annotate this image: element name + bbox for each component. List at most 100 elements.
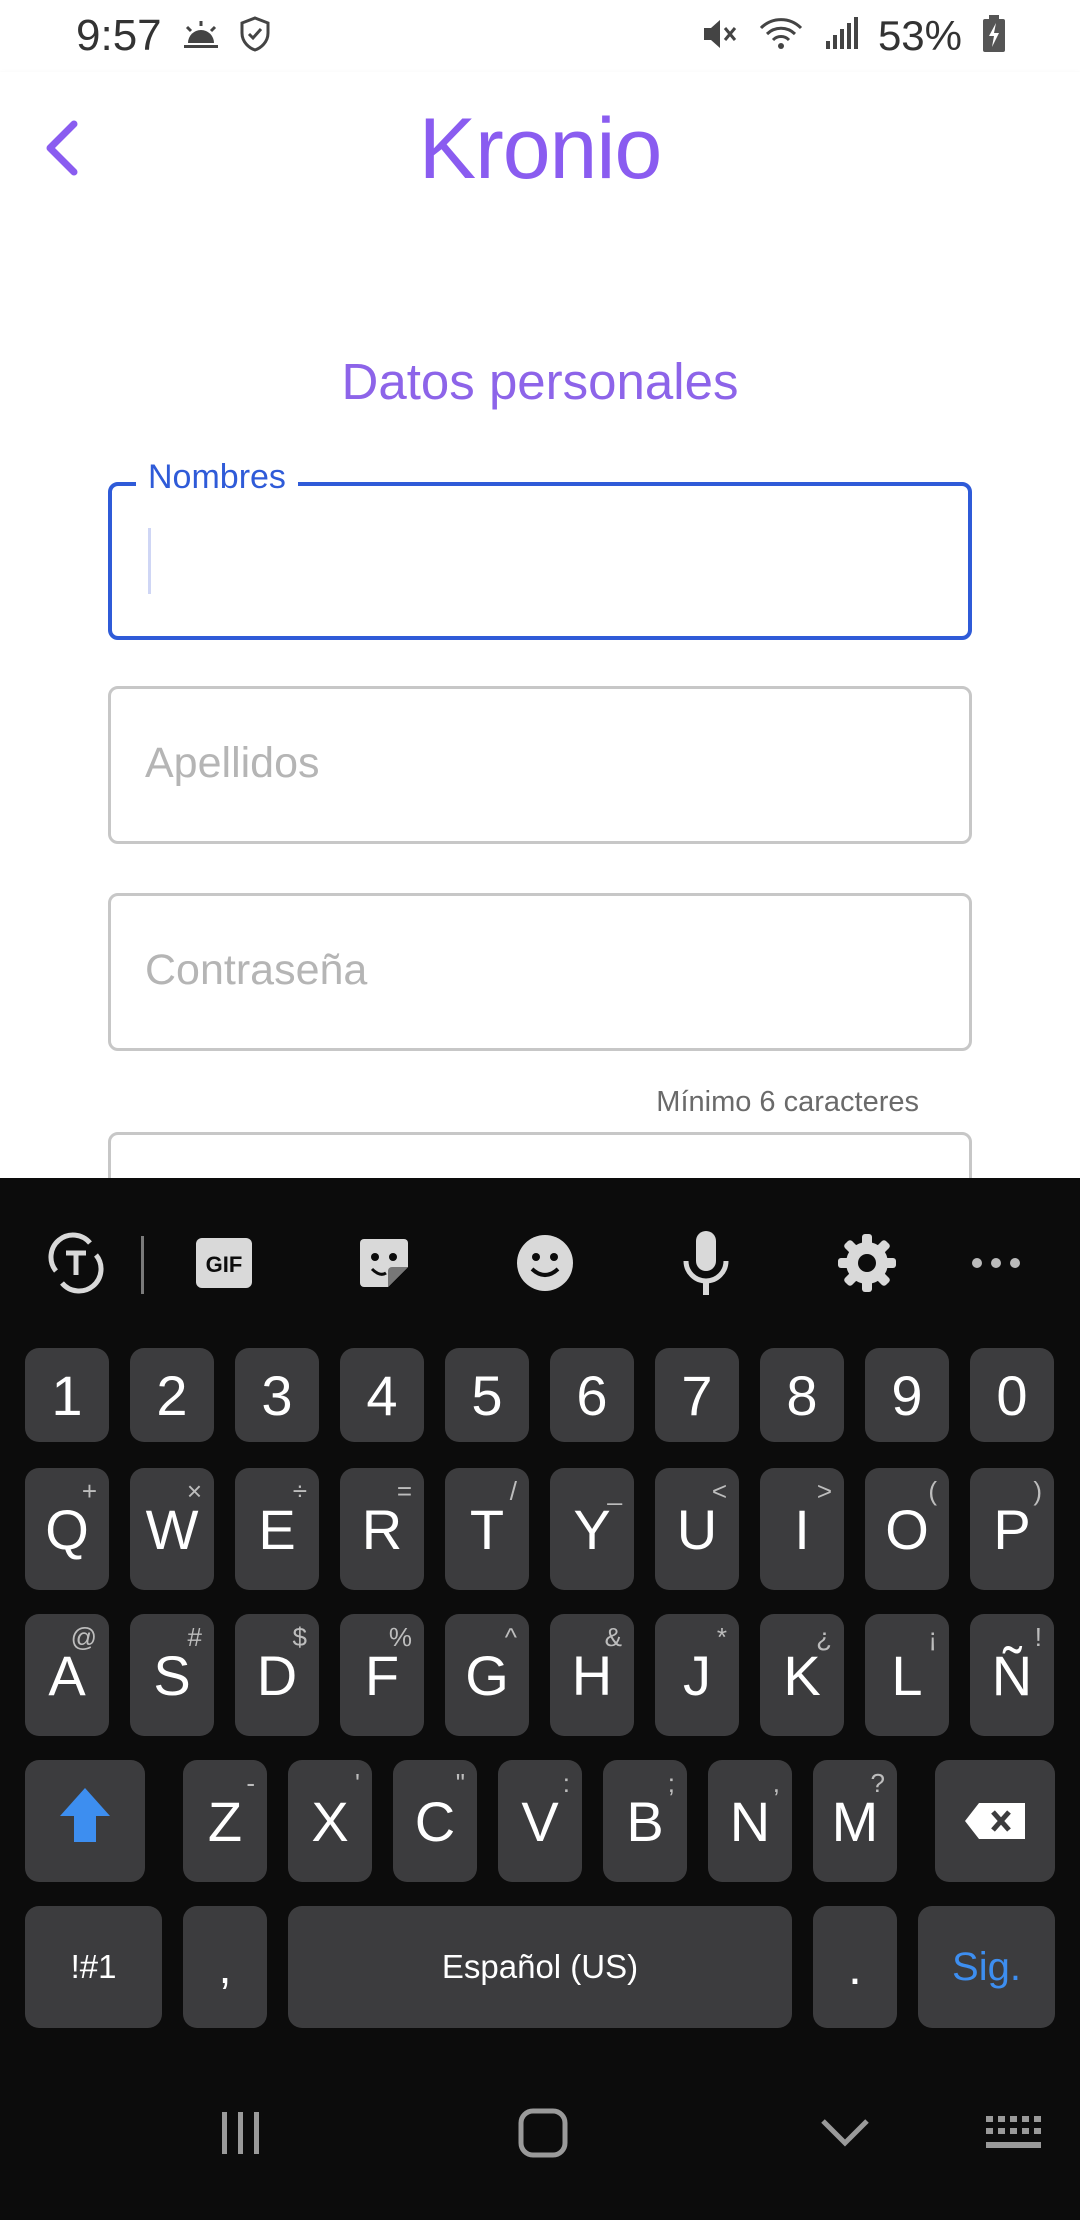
key-v[interactable]: V: [498,1760,582,1882]
backspace-key[interactable] [935,1760,1055,1882]
key-0[interactable]: 0 [970,1348,1054,1442]
home-icon[interactable] [498,2088,588,2178]
key-w[interactable]: W × [130,1468,214,1590]
navigation-bar [0,2038,1080,2220]
key-2[interactable]: 2 [130,1348,214,1442]
key-x[interactable]: X ' [288,1760,372,1882]
key-h-alt: & [604,1622,622,1652]
key-n[interactable]: N, [708,1760,792,1882]
gif-icon[interactable]: GIF [184,1223,264,1303]
key-b[interactable]: B; [603,1760,687,1882]
app-bar: Kronio [0,72,1080,241]
soft-keyboard: GIF 1 2 3 4 5 6 7 8 9 0 Q + W × E ÷ R = T / Y… [0,1178,1080,2038]
key-d-label: D [256,1643,298,1707]
key-j-label: J [683,1643,711,1707]
key-e[interactable]: E ÷ [235,1468,319,1590]
key-n-alt: , [772,1768,780,1798]
key-u[interactable]: U < [655,1468,739,1590]
wifi-icon [758,16,804,57]
key-3[interactable]: 3 [235,1348,319,1442]
key-p-alt: ) [1033,1476,1042,1506]
key-z-alt: - [246,1768,255,1798]
key-4[interactable]: 4 [340,1348,424,1442]
text-tools-icon[interactable] [36,1223,116,1303]
key-k-label: K [783,1643,821,1707]
key-i[interactable]: I > [760,1468,844,1590]
key-s[interactable]: S # [130,1614,214,1736]
form-content: Datos personales Nombres Apellidos Contr… [0,240,1080,1178]
key-m[interactable]: M? [813,1760,897,1882]
key-5[interactable]: 5 [445,1348,529,1442]
key-o-alt: ( [928,1476,937,1506]
key-p[interactable]: P) [970,1468,1054,1590]
last-name-placeholder: Apellidos [145,739,320,787]
key-a[interactable]: A @ [25,1614,109,1736]
key-j-alt: * [716,1622,727,1652]
space-key[interactable]: Español (US) [288,1906,792,2028]
key-n-tilde[interactable]: Ñ! [970,1614,1054,1736]
key-1[interactable]: 1 [25,1348,109,1442]
key-o[interactable]: O( [865,1468,949,1590]
key-g[interactable]: G ^ [445,1614,529,1736]
mute-icon [700,16,738,57]
settings-icon[interactable] [827,1223,907,1303]
status-bar: 9:57 53% [0,0,1080,72]
sticker-icon[interactable] [344,1223,424,1303]
key-n-tilde-alt: ! [1034,1622,1042,1652]
key-t[interactable]: T / [445,1468,529,1590]
emoji-icon[interactable] [505,1223,585,1303]
next-action-key[interactable]: Sig. [918,1906,1055,2028]
password-placeholder: Contraseña [145,946,368,994]
key-k-alt: ¿ [816,1622,832,1652]
key-c-alt: " [455,1768,465,1798]
last-name-field[interactable]: Apellidos [108,686,972,844]
key-x-alt: ' [355,1768,360,1798]
key-l[interactable]: L ¡ [865,1614,949,1736]
key-c[interactable]: C " [393,1760,477,1882]
hide-keyboard-icon[interactable] [800,2088,890,2178]
gif-icon-label: GIF [206,1252,243,1277]
key-z[interactable]: Z- [183,1760,267,1882]
key-e-label: E [258,1497,296,1561]
key-j[interactable]: J * [655,1614,739,1736]
key-h[interactable]: H & [550,1614,634,1736]
comma-key[interactable]: , [183,1906,267,2028]
status-bar-right: 53% [700,12,1006,60]
password-field[interactable]: Contraseña [108,893,972,1051]
key-r-alt: = [396,1476,412,1506]
key-y[interactable]: Y _ [550,1468,634,1590]
recent-apps-icon[interactable] [196,2088,286,2178]
more-icon[interactable] [956,1223,1036,1303]
key-i-alt: > [816,1476,832,1506]
key-7[interactable]: 7 [655,1348,739,1442]
weather-icon [182,19,220,54]
key-y-label: Y [573,1497,611,1561]
first-name-label: Nombres [136,458,298,497]
key-q[interactable]: Q + [25,1468,109,1590]
key-i-label: I [794,1497,810,1561]
key-a-alt: @ [70,1622,97,1652]
key-r[interactable]: R = [340,1468,424,1590]
key-d[interactable]: D $ [235,1614,319,1736]
symbols-key[interactable]: !#1 [25,1906,162,2028]
key-n-tilde-label: Ñ [991,1643,1033,1707]
microphone-icon[interactable] [666,1223,746,1303]
key-s-alt: # [187,1622,202,1652]
first-name-field[interactable]: Nombres [108,458,972,640]
toolbar-divider [141,1236,144,1294]
key-6[interactable]: 6 [550,1348,634,1442]
password-hint: Mínimo 6 caracteres [656,1086,919,1118]
key-f[interactable]: F% [340,1614,424,1736]
key-b-alt: ; [667,1768,675,1798]
keyboard-toolbar: GIF [0,1178,1080,1348]
key-n-label: N [729,1789,771,1853]
key-9[interactable]: 9 [865,1348,949,1442]
next-field-partial[interactable] [108,1132,972,1178]
key-k[interactable]: K ¿ [760,1614,844,1736]
period-key[interactable]: . [813,1906,897,2028]
shift-key[interactable] [25,1760,145,1882]
keyboard-switch-icon[interactable] [968,2088,1058,2178]
key-o-label: O [885,1497,929,1561]
key-8[interactable]: 8 [760,1348,844,1442]
key-y-alt: _ [607,1476,622,1506]
